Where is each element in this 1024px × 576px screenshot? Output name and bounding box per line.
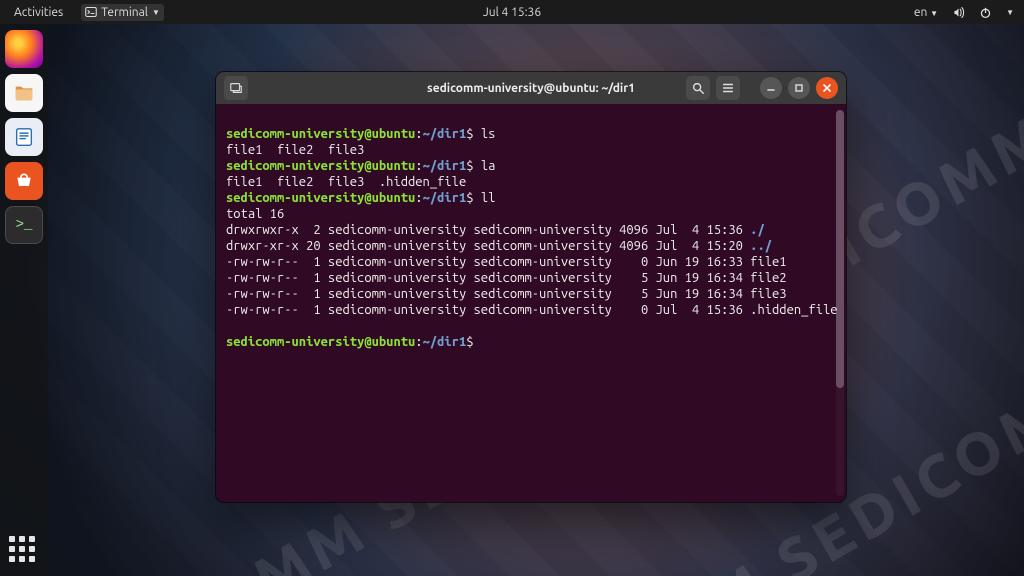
window-minimize-button[interactable] (760, 77, 782, 99)
terminal-body[interactable]: sedicomm-university@ubuntu:~/dir1$ ls fi… (216, 104, 846, 502)
ll-row: -rw-rw-r-- 1 sedicomm-university sedicom… (226, 303, 838, 317)
ubuntu-dock: >_ (0, 24, 48, 576)
launcher-terminal[interactable]: >_ (5, 206, 43, 244)
gnome-top-bar: Activities Terminal ▼ Jul 4 15:36 en ▼ ▼ (0, 0, 1024, 24)
ll-row: -rw-rw-r-- 1 sedicomm-university sedicom… (226, 255, 787, 269)
terminal-icon (85, 6, 97, 18)
app-menu-label: Terminal (101, 6, 148, 19)
chevron-down-icon: ▼ (930, 9, 938, 18)
ll-row: -rw-rw-r-- 1 sedicomm-university sedicom… (226, 287, 787, 301)
ll-row: drwxr-xr-x 20 sedicomm-university sedico… (226, 239, 772, 253)
launcher-firefox[interactable] (5, 30, 43, 68)
window-titlebar[interactable]: sedicomm-university@ubuntu: ~/dir1 (216, 72, 846, 104)
input-language-label: en (914, 6, 927, 19)
clock[interactable]: Jul 4 15:36 (483, 6, 541, 19)
chevron-down-icon: ▼ (152, 8, 160, 17)
input-language[interactable]: en ▼ (914, 6, 938, 19)
search-button[interactable] (686, 76, 710, 100)
ll-row: drwxrwxr-x 2 sedicomm-university sedicom… (226, 223, 765, 237)
show-applications-button[interactable] (9, 536, 39, 566)
launcher-libreoffice-writer[interactable] (5, 118, 43, 156)
launcher-files[interactable] (5, 74, 43, 112)
launcher-ubuntu-software[interactable] (5, 162, 43, 200)
hamburger-menu-button[interactable] (716, 76, 740, 100)
window-maximize-button[interactable] (788, 77, 810, 99)
window-title: sedicomm-university@ubuntu: ~/dir1 (427, 82, 635, 95)
window-close-button[interactable] (816, 77, 838, 99)
app-menu-terminal[interactable]: Terminal ▼ (81, 4, 164, 21)
scrollbar-thumb[interactable] (836, 110, 844, 388)
activities-button[interactable]: Activities (10, 4, 67, 21)
ll-row: -rw-rw-r-- 1 sedicomm-university sedicom… (226, 271, 787, 285)
terminal-scrollbar[interactable] (836, 110, 844, 496)
new-tab-button[interactable] (224, 76, 248, 100)
power-icon[interactable] (979, 6, 992, 19)
volume-icon[interactable] (952, 6, 965, 19)
system-menu-chevron-icon[interactable]: ▼ (1006, 8, 1014, 17)
terminal-window: sedicomm-university@ubuntu: ~/dir1 sedic… (216, 72, 846, 502)
